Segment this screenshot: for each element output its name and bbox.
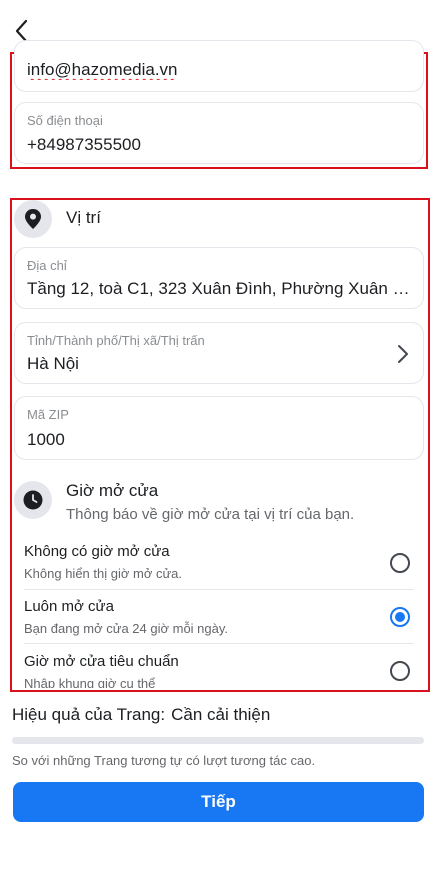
phone-label: Số điện thoại — [27, 113, 103, 128]
option-divider — [24, 589, 414, 590]
hours-option-always-open-radio[interactable] — [390, 607, 410, 627]
city-select[interactable]: Tỉnh/Thành phố/Thị xã/Thị trấn Hà Nội — [14, 322, 424, 384]
zip-label: Mã ZIP — [27, 407, 69, 422]
address-field[interactable]: Địa chỉ Tầng 12, toà C1, 323 Xuân Đình, … — [14, 247, 424, 309]
chevron-right-icon — [398, 345, 408, 363]
email-value: info@hazomedia.vn — [27, 60, 178, 79]
zip-value: 1000 — [27, 430, 65, 449]
hours-option-title: Không có giờ mở cửa — [24, 543, 170, 560]
address-label: Địa chỉ — [27, 258, 67, 273]
clock-icon — [23, 490, 43, 510]
hours-option-title: Giờ mở cửa tiêu chuẩn — [24, 653, 179, 670]
hours-option-standard[interactable]: Giờ mở cửa tiêu chuẩn Nhập khung giờ cụ … — [14, 648, 410, 702]
performance-progress-bar — [12, 737, 424, 744]
email-field[interactable]: info@hazomedia.vn — [14, 40, 424, 92]
city-label: Tỉnh/Thành phố/Thị xã/Thị trấn — [27, 333, 205, 348]
page-performance-label: Hiệu quả của Trang: — [12, 705, 166, 724]
page-performance-description: So với những Trang tương tự có lượt tươn… — [12, 753, 316, 768]
phone-value: +84987355500 — [27, 135, 141, 154]
page-performance-heading: Hiệu quả của Trang: Cần cải thiện — [12, 705, 276, 725]
phone-field[interactable]: Số điện thoại +84987355500 — [14, 102, 424, 164]
hours-option-always-open[interactable]: Luôn mở cửa Bạn đang mở cửa 24 giờ mỗi n… — [14, 593, 410, 647]
address-value: Tầng 12, toà C1, 323 Xuân Đình, Phường X… — [27, 279, 413, 298]
hours-option-none-radio[interactable] — [390, 553, 410, 573]
location-title: Vị trí — [66, 208, 101, 227]
hours-option-subtitle: Bạn đang mở cửa 24 giờ mỗi ngày. — [24, 621, 229, 636]
city-value: Hà Nội — [27, 354, 79, 373]
clock-icon-circle — [14, 481, 52, 519]
hours-option-standard-radio[interactable] — [390, 661, 410, 681]
hours-option-none[interactable]: Không có giờ mở cửa Không hiển thị giờ m… — [14, 538, 410, 592]
location-pin-icon — [25, 209, 41, 229]
hours-title: Giờ mở cửa — [66, 481, 159, 500]
location-icon-circle — [14, 200, 52, 238]
page-performance-status: Cần cải thiện — [171, 705, 271, 724]
hours-option-subtitle: Nhập khung giờ cụ thể — [24, 676, 156, 688]
next-button[interactable]: Tiếp — [13, 782, 424, 822]
option-divider — [24, 643, 414, 644]
hours-description: Thông báo về giờ mở cửa tại vị trí của b… — [66, 506, 355, 523]
zip-field[interactable]: Mã ZIP 1000 — [14, 396, 424, 460]
hours-option-title: Luôn mở cửa — [24, 598, 114, 615]
hours-option-subtitle: Không hiển thị giờ mở cửa. — [24, 566, 182, 581]
